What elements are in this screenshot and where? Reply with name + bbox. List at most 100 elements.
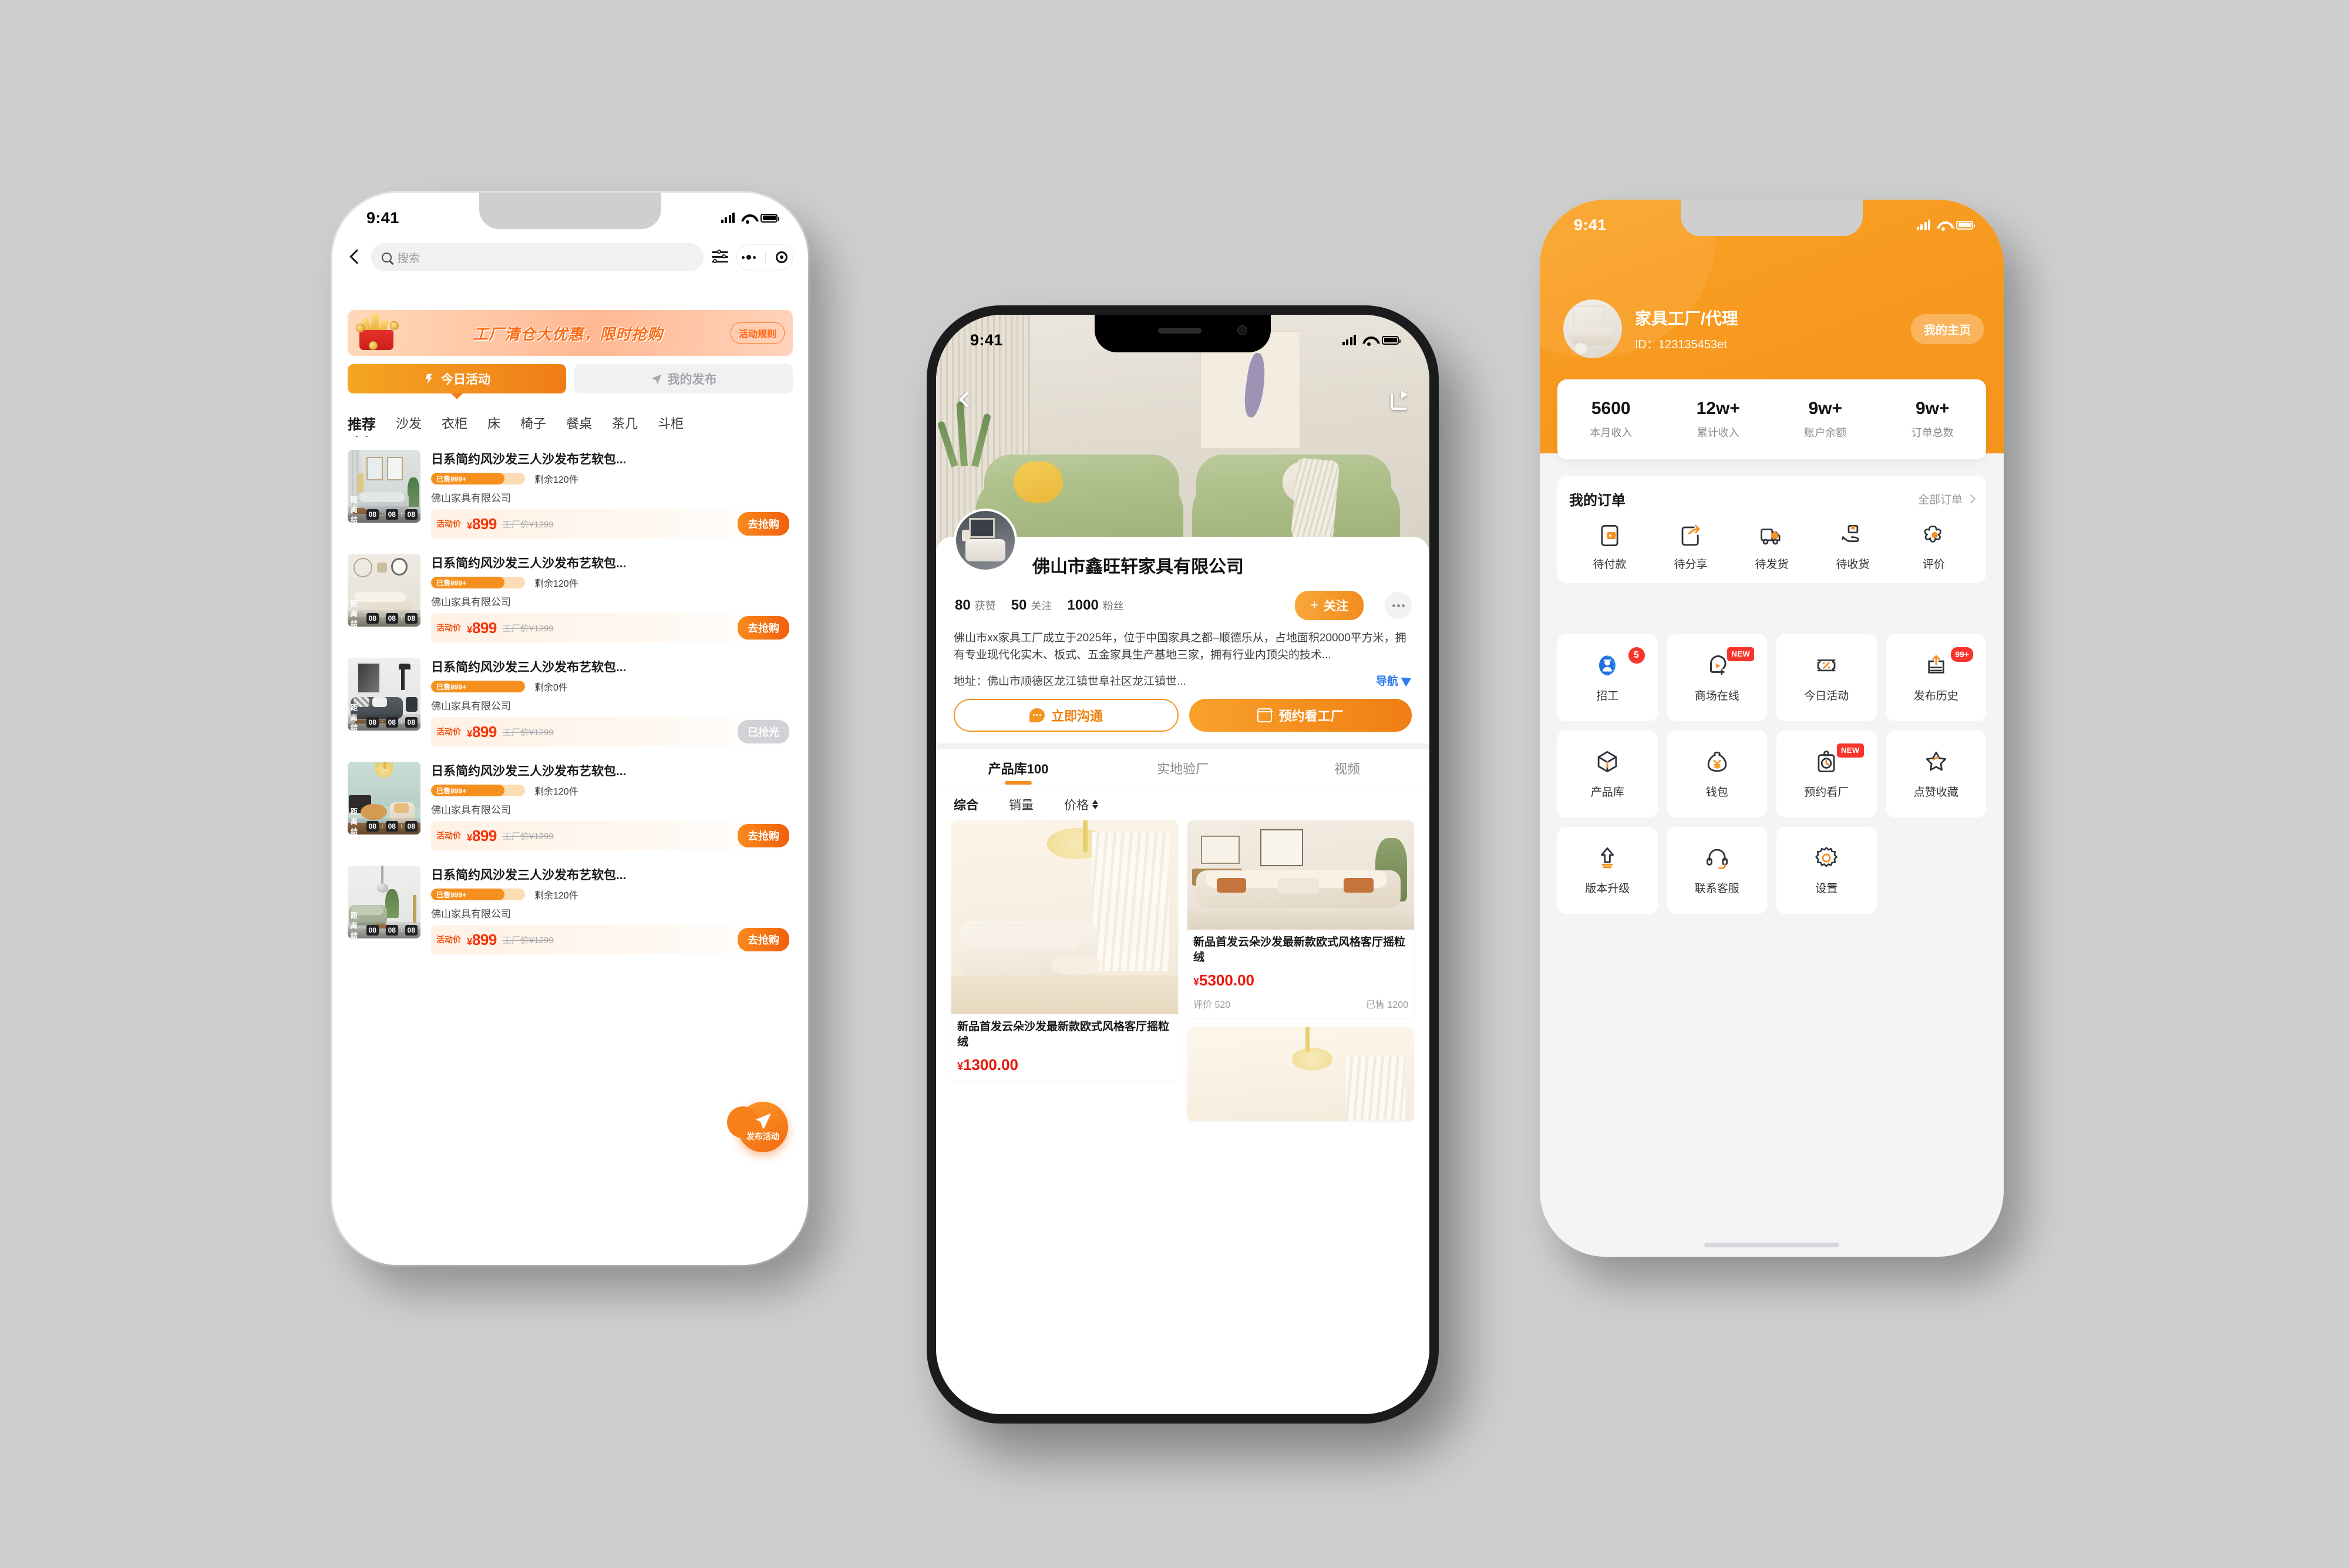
stat-total-income[interactable]: 12w+ 累计收入 bbox=[1665, 399, 1772, 440]
product-title: 日系简约风沙发三人沙发布艺软包... bbox=[431, 765, 627, 778]
category-tab-6[interactable]: 茶几 bbox=[612, 413, 638, 432]
share-icon[interactable] bbox=[1391, 391, 1408, 410]
activity-list-item[interactable]: 距离结束 08 : 08 : 08 日系简约风沙发三人沙发布艺软包... 已售9… bbox=[348, 546, 793, 650]
filter-sliders-icon[interactable] bbox=[712, 250, 728, 265]
search-input[interactable]: 搜索 bbox=[371, 243, 704, 271]
stat-likes[interactable]: 80 获赞 bbox=[955, 597, 996, 614]
countdown-seconds: 08 bbox=[405, 613, 418, 624]
shop-address-row[interactable]: 地址：佛山市顺德区龙江镇世阜社区龙江镇世... 导航 bbox=[954, 664, 1414, 688]
category-tab-1[interactable]: 沙发 bbox=[396, 413, 422, 432]
follow-button[interactable]: + 关注 bbox=[1294, 591, 1364, 620]
activity-list-item[interactable]: 距离结束 08 : 08 : 08 日系简约风沙发三人沙发布艺软包... 已售9… bbox=[348, 650, 793, 753]
sort-comprehensive[interactable]: 综合 bbox=[954, 796, 978, 813]
feature-card-设置[interactable]: 设置 bbox=[1776, 827, 1877, 914]
back-chevron-icon[interactable] bbox=[348, 250, 363, 265]
feature-card-联系客服[interactable]: 联系客服 bbox=[1667, 827, 1767, 914]
target-icon[interactable] bbox=[775, 251, 788, 263]
order-status-3[interactable]: 待发货 bbox=[1731, 523, 1812, 571]
more-options-button[interactable] bbox=[1385, 592, 1412, 619]
contact-now-button[interactable]: 立即沟通 bbox=[954, 698, 1179, 732]
product-thumbnail[interactable]: 距离结束 08 : 08 : 08 bbox=[348, 554, 420, 627]
category-tab-5[interactable]: 餐桌 bbox=[566, 413, 592, 432]
chevron-right-icon[interactable] bbox=[1966, 494, 1976, 504]
tab-product-library[interactable]: 产品库100 bbox=[936, 759, 1101, 785]
shop-avatar[interactable] bbox=[954, 509, 1017, 572]
status-time: 9:41 bbox=[366, 208, 399, 227]
order-status-4[interactable]: 待收货 bbox=[1812, 523, 1893, 571]
feature-card-label: 钱包 bbox=[1705, 786, 1728, 799]
product-card[interactable] bbox=[1187, 1027, 1414, 1122]
category-tab-0[interactable]: 推荐 bbox=[348, 413, 376, 433]
stat-order-count[interactable]: 9w+ 订单总数 bbox=[1879, 399, 1987, 440]
category-tab-4[interactable]: 椅子 bbox=[520, 413, 546, 432]
feature-card-商场在线[interactable]: NEW 商场在线 bbox=[1667, 634, 1767, 721]
feature-card-招工[interactable]: 5 招工 bbox=[1557, 634, 1658, 721]
back-chevron-icon[interactable] bbox=[957, 392, 972, 408]
activity-list-item[interactable]: 距离结束 08 : 08 : 08 日系简约风沙发三人沙发布艺软包... 已售9… bbox=[348, 857, 793, 961]
stat-month-income[interactable]: 5600 本月收入 bbox=[1557, 399, 1665, 440]
battery-icon bbox=[1956, 220, 1975, 230]
tab-video[interactable]: 视频 bbox=[1265, 759, 1429, 785]
feature-card-预约看厂[interactable]: NEW 预约看厂 bbox=[1776, 731, 1877, 817]
category-tab-3[interactable]: 床 bbox=[487, 413, 500, 432]
tab-onsite-inspection[interactable]: 实地验厂 bbox=[1101, 759, 1265, 785]
activity-list[interactable]: 距离结束 08 : 08 : 08 日系简约风沙发三人沙发布艺软包... 已售9… bbox=[332, 442, 808, 1265]
category-tabs[interactable]: 推荐 沙发 衣柜 床 椅子 餐桌 茶几 斗柜 bbox=[348, 409, 808, 437]
product-card[interactable]: 新品首发云朵沙发最新款欧式风格客厅摇粒绒 ¥5300.00 评价 520 已售 … bbox=[1187, 820, 1414, 1018]
feature-card-版本升级[interactable]: 版本升级 bbox=[1557, 827, 1658, 914]
product-thumbnail[interactable]: 距离结束 08 : 08 : 08 bbox=[348, 450, 420, 523]
promo-banner[interactable]: 工厂清仓大优惠，限时抢购 活动规则 bbox=[348, 310, 793, 356]
stat-month-income-value: 5600 bbox=[1591, 399, 1631, 418]
countdown-seconds: 08 bbox=[405, 925, 418, 936]
tab-my-posts[interactable]: 我的发布 bbox=[574, 364, 793, 393]
buy-now-button[interactable]: 去抢购 bbox=[738, 512, 789, 536]
stats-card: 5600 本月收入 12w+ 累计收入 9w+ 账户余额 9w+ 订单总数 bbox=[1557, 379, 1986, 459]
order-status-1[interactable]: 待付款 bbox=[1569, 523, 1650, 571]
product-thumbnail[interactable]: 距离结束 08 : 08 : 08 bbox=[348, 866, 420, 938]
my-homepage-button[interactable]: 我的主页 bbox=[1911, 314, 1984, 344]
avatar[interactable] bbox=[1563, 300, 1622, 358]
feature-card-点赞收藏[interactable]: 点赞收藏 bbox=[1886, 731, 1986, 817]
stat-followers[interactable]: 1000 粉丝 bbox=[1067, 597, 1123, 614]
status-time: 9:41 bbox=[970, 331, 1003, 349]
stat-month-income-label: 本月收入 bbox=[1590, 427, 1633, 439]
sort-sales[interactable]: 销量 bbox=[1009, 796, 1034, 813]
sold-out-button[interactable]: 已抢光 bbox=[738, 720, 789, 743]
countdown-hours: 08 bbox=[366, 821, 379, 832]
feature-card-产品库[interactable]: 产品库 bbox=[1557, 731, 1658, 817]
price-label: 活动价 bbox=[436, 831, 461, 840]
product-info: 日系简约风沙发三人沙发布艺软包... 已售999+ 剩余120件 佛山家具有限公… bbox=[431, 554, 793, 642]
activity-list-item[interactable]: 距离结束 08 : 08 : 08 日系简约风沙发三人沙发布艺软包... 已售9… bbox=[348, 442, 793, 546]
activity-rules-button[interactable]: 活动规则 bbox=[730, 322, 785, 344]
publish-activity-fab[interactable]: 发布活动 bbox=[727, 1102, 788, 1152]
buy-now-button[interactable]: 去抢购 bbox=[738, 928, 789, 951]
buy-now-button[interactable]: 去抢购 bbox=[738, 616, 789, 640]
more-dots-icon[interactable] bbox=[742, 255, 756, 260]
navigation-arrow-icon[interactable] bbox=[1401, 673, 1414, 687]
stat-following[interactable]: 50 关注 bbox=[1011, 597, 1052, 614]
all-orders-link[interactable]: 全部订单 bbox=[1918, 491, 1963, 507]
product-thumbnail[interactable]: 距离结束 08 : 08 : 08 bbox=[348, 762, 420, 835]
countdown-minutes: 08 bbox=[385, 613, 398, 624]
feature-card-发布历史[interactable]: 99+ 发布历史 bbox=[1886, 634, 1986, 721]
order-status-5[interactable]: 评价 bbox=[1893, 523, 1974, 571]
countdown-label: 距离结束 bbox=[351, 807, 358, 835]
product-thumbnail[interactable]: 距离结束 08 : 08 : 08 bbox=[348, 658, 420, 731]
stat-balance-label: 账户余额 bbox=[1804, 427, 1847, 439]
activity-list-item[interactable]: 距离结束 08 : 08 : 08 日系简约风沙发三人沙发布艺软包... 已售9… bbox=[348, 753, 793, 857]
product-card[interactable]: 新品首发云朵沙发最新款欧式风格客厅摇粒绒 ¥1300.00 bbox=[951, 820, 1178, 1082]
navigate-label[interactable]: 导航 bbox=[1376, 672, 1398, 688]
book-factory-visit-button[interactable]: 预约看工厂 bbox=[1189, 698, 1412, 732]
feature-card-今日活动[interactable]: 今日活动 bbox=[1776, 634, 1877, 721]
order-status-2[interactable]: 待分享 bbox=[1650, 523, 1731, 571]
tab-today-activity[interactable]: 今日活动 bbox=[348, 364, 566, 393]
stat-balance[interactable]: 9w+ 账户余额 bbox=[1772, 399, 1879, 440]
category-tab-2[interactable]: 衣柜 bbox=[442, 413, 467, 432]
feature-card-钱包[interactable]: 钱包 bbox=[1667, 731, 1767, 817]
status-icons bbox=[721, 213, 779, 224]
category-tab-7[interactable]: 斗柜 bbox=[658, 413, 684, 432]
sort-price[interactable]: 价格 bbox=[1064, 796, 1098, 813]
shop-description: 佛山市xx家具工厂成立于2025年，位于中国家具之都–顺德乐从，占地面积2000… bbox=[954, 632, 1406, 662]
mini-program-capsule[interactable] bbox=[736, 244, 793, 270]
buy-now-button[interactable]: 去抢购 bbox=[738, 824, 789, 847]
